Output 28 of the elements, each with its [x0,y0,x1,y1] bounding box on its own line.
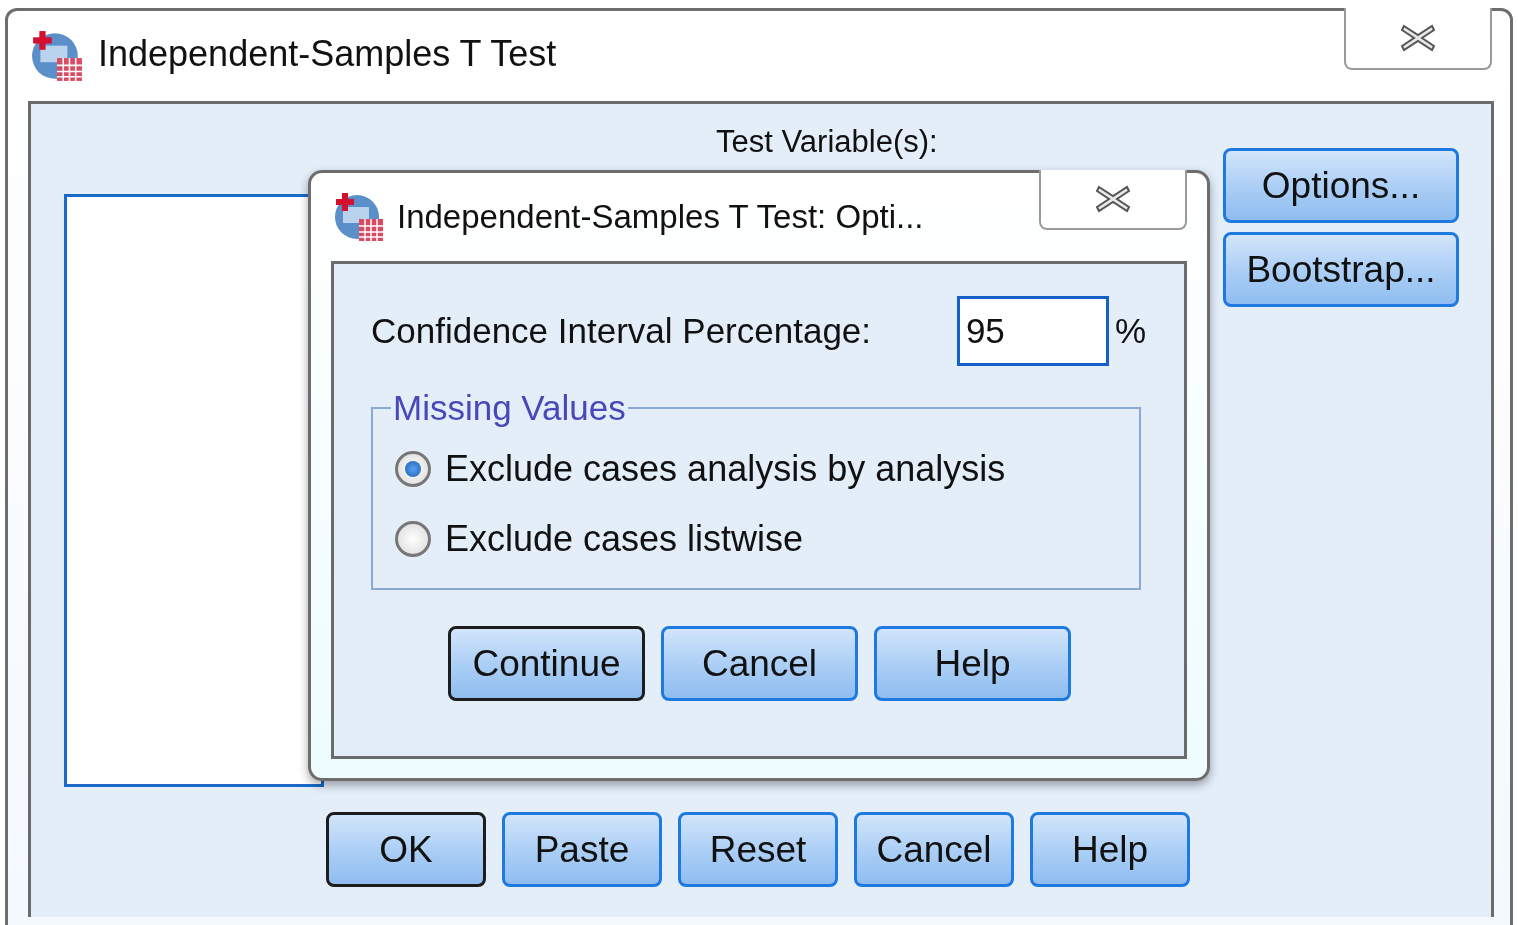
close-button[interactable] [1344,8,1492,70]
variable-list[interactable] [64,194,324,787]
dialog-title: Independent-Samples T Test: Opti... [397,198,924,236]
dialog-button[interactable]: Cancel [661,626,858,701]
close-icon [1399,23,1437,53]
radio-button[interactable] [395,451,431,487]
radio-button[interactable] [395,521,431,557]
close-icon [1094,184,1132,214]
dialog-button[interactable]: OK [326,812,486,887]
dialog-button[interactable]: Cancel [854,812,1014,887]
percent-unit: % [1114,311,1146,351]
dialog-button[interactable]: Help [1030,812,1190,887]
app-icon [333,191,385,243]
dialog-button[interactable]: Paste [502,812,662,887]
close-button[interactable] [1039,170,1187,230]
confidence-label: Confidence Interval Percentage: [371,311,873,351]
dialog-button[interactable]: Reset [678,812,838,887]
radio-label[interactable]: Exclude cases analysis by analysis [445,448,1006,490]
dialog-button[interactable]: Help [874,626,1071,701]
app-icon [30,29,84,83]
confidence-input[interactable]: 95 [956,296,1109,366]
radio-label[interactable]: Exclude cases listwise [445,518,804,560]
side-button[interactable]: Bootstrap... [1223,232,1459,307]
test-variables-label: Test Variable(s): [716,124,938,160]
dialog-button[interactable]: Continue [448,626,645,701]
group-legend: Missing Values [391,388,628,428]
side-button[interactable]: Options... [1223,148,1459,223]
window-title: Independent-Samples T Test [98,33,557,75]
